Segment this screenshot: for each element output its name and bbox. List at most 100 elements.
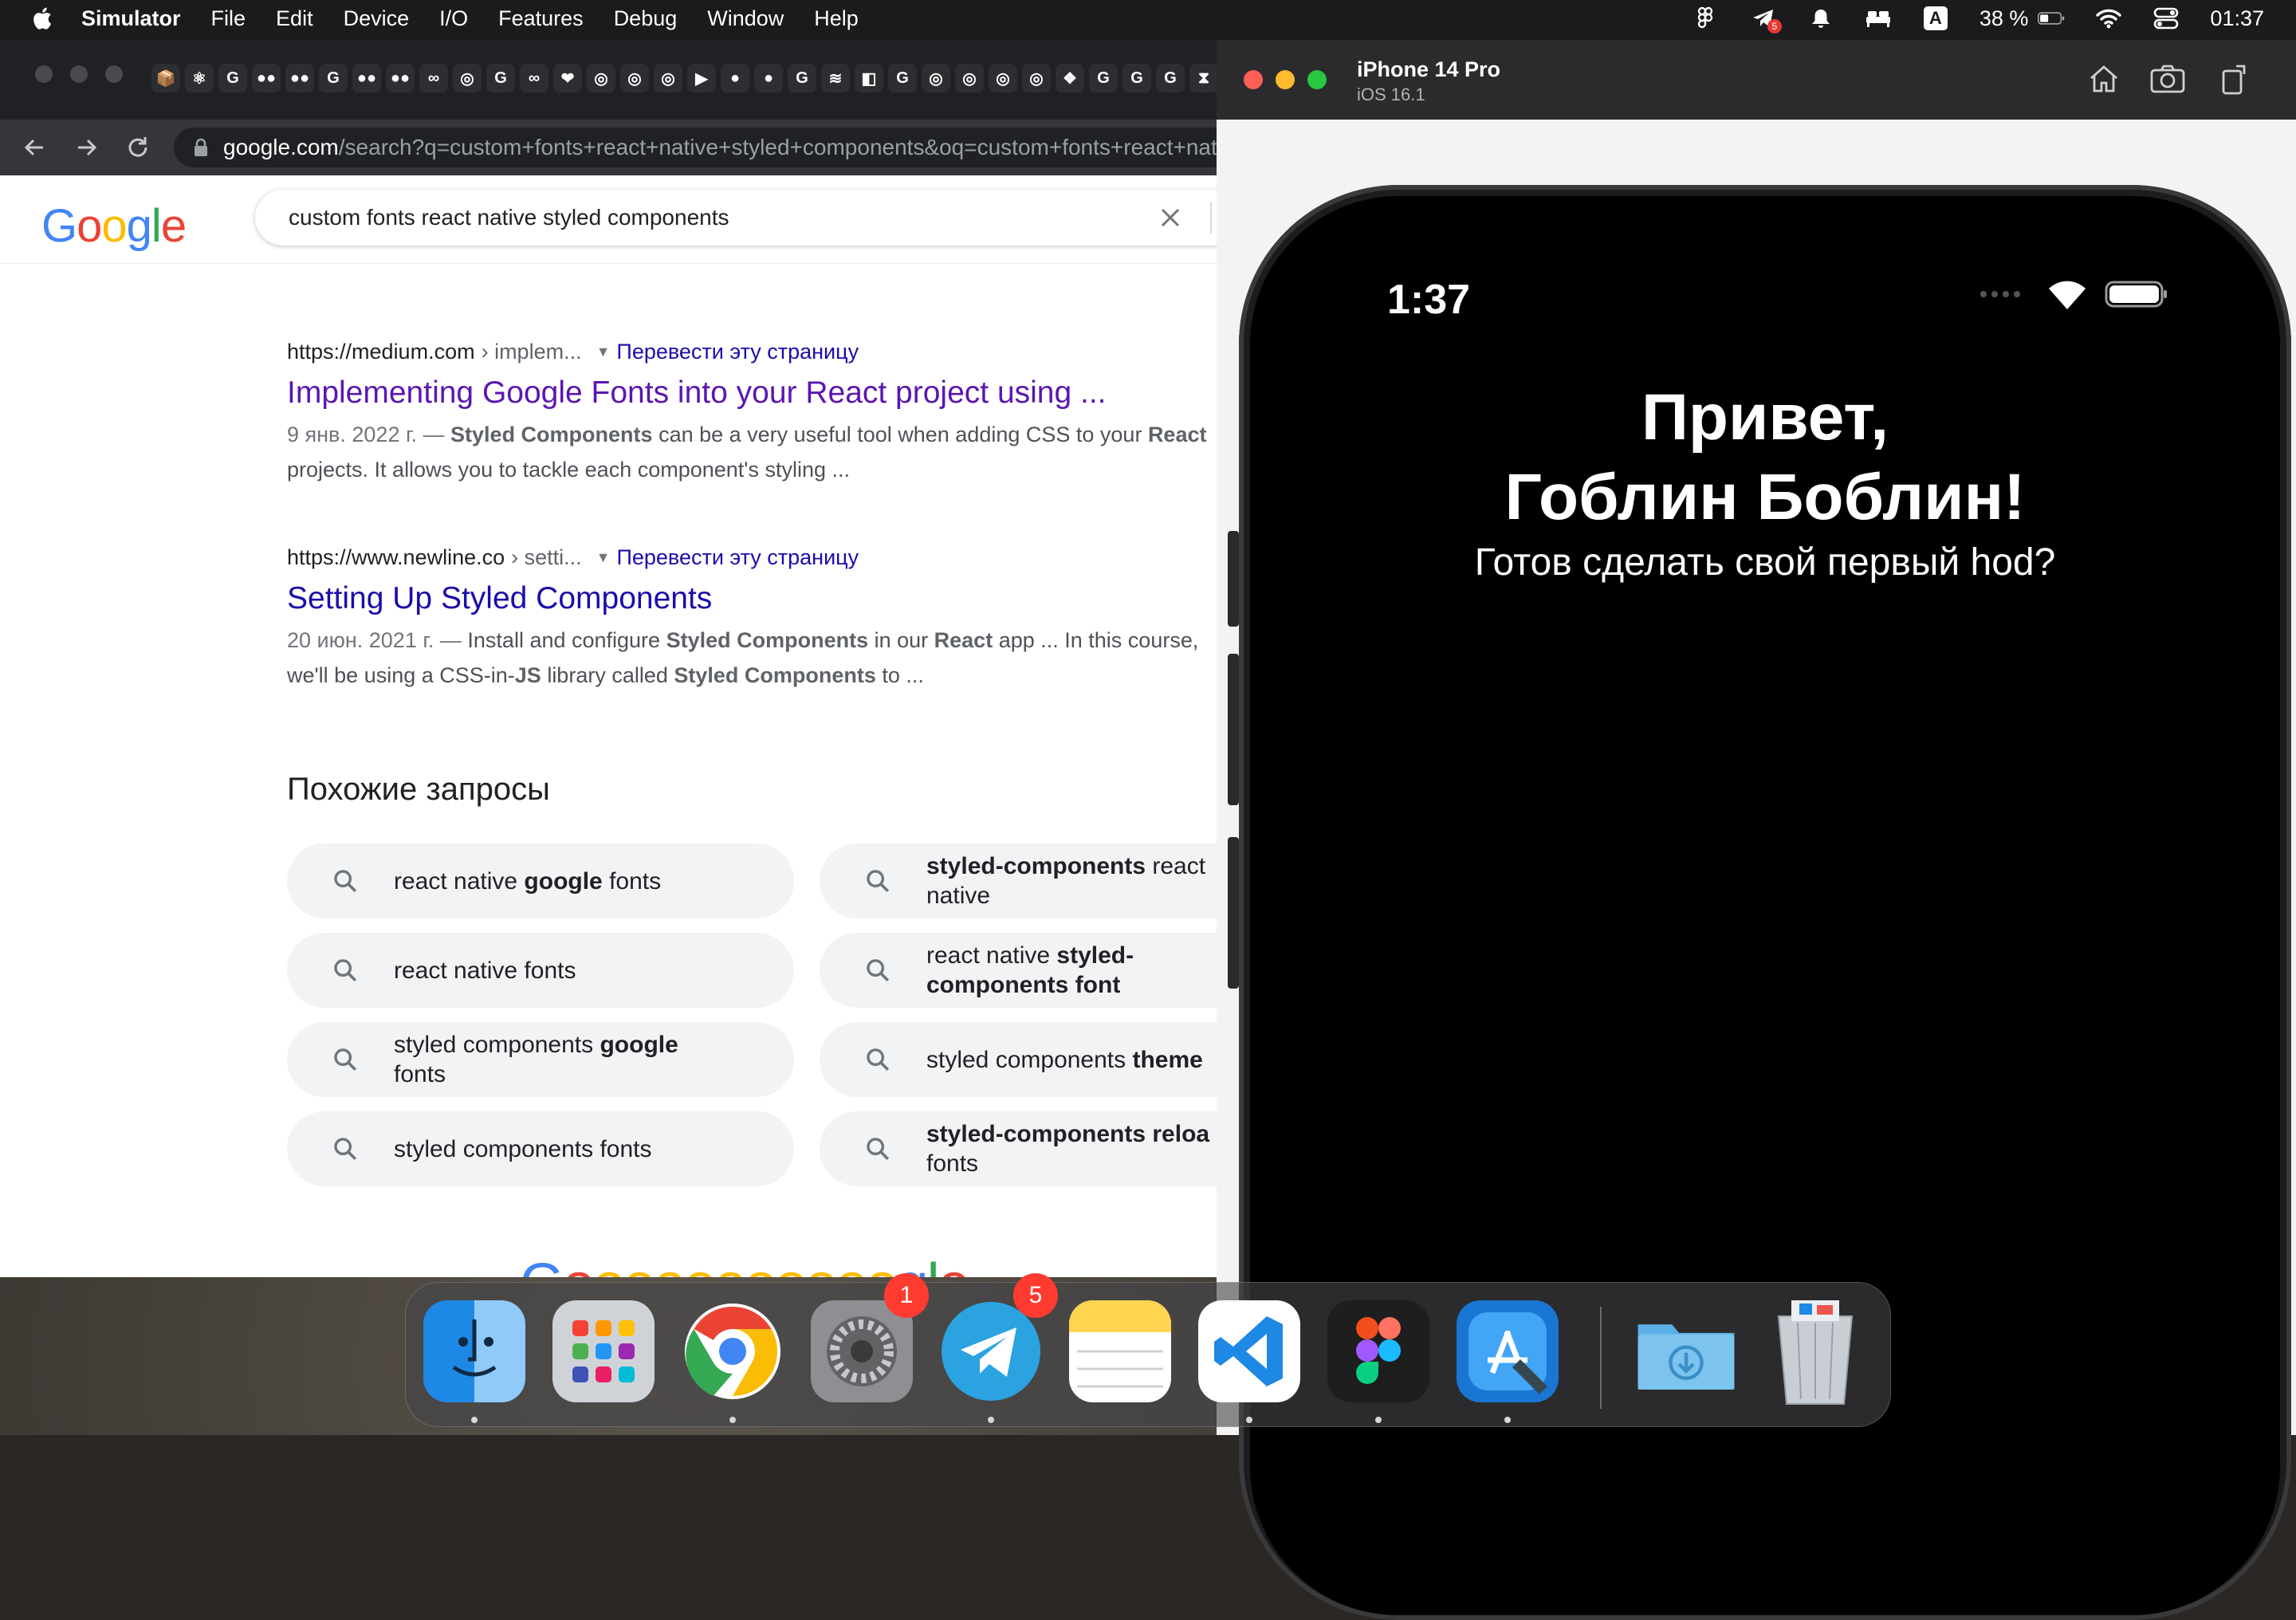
tab-favicon[interactable]: ●● <box>386 64 415 92</box>
dock-trash[interactable] <box>1764 1300 1866 1405</box>
pager-letter[interactable]: o <box>563 1252 595 1277</box>
dock-vscode[interactable] <box>1198 1300 1300 1402</box>
tab-favicon[interactable]: ● <box>721 64 749 92</box>
tab-favicon[interactable]: ◎ <box>989 64 1017 92</box>
related-chip[interactable]: styled components google fonts <box>287 1022 794 1097</box>
tab-favicon[interactable]: ●● <box>352 64 381 92</box>
telegram-tray-icon[interactable]: 5 <box>1750 6 1782 33</box>
tab-favicon[interactable]: 📦 <box>151 64 180 92</box>
google-logo[interactable]: Google <box>41 199 187 253</box>
tab-favicon[interactable]: ≋ <box>821 64 850 92</box>
search-input[interactable]: custom fonts react native styled compone… <box>289 205 1154 230</box>
pager-letter[interactable]: o <box>775 1252 807 1277</box>
pager-letter[interactable]: o <box>623 1252 655 1277</box>
window-minimize-button[interactable] <box>70 65 88 83</box>
window-close-button[interactable] <box>35 65 53 83</box>
input-source-icon[interactable]: A <box>1922 6 1949 30</box>
pager-letter[interactable]: o <box>684 1252 716 1277</box>
dock-notes[interactable] <box>1069 1300 1171 1402</box>
related-chip[interactable]: react native google fonts <box>287 843 794 918</box>
wifi-icon[interactable] <box>2095 6 2122 30</box>
back-icon[interactable] <box>18 131 51 164</box>
tab-favicon[interactable]: G <box>486 64 515 92</box>
control-center-icon[interactable] <box>2152 6 2180 30</box>
battery-icon[interactable] <box>2038 6 2065 30</box>
tab-favicon[interactable]: G <box>1089 64 1118 92</box>
tab-favicon[interactable]: ❖ <box>1056 64 1084 92</box>
chevron-down-icon[interactable]: ▼ <box>596 344 611 360</box>
dock-finder[interactable] <box>423 1300 525 1402</box>
menu-debug[interactable]: Debug <box>614 6 678 31</box>
phone-volume-down-button[interactable] <box>1228 654 1239 805</box>
chevron-down-icon[interactable]: ▼ <box>596 549 611 566</box>
translate-link[interactable]: Перевести эту страницу <box>616 340 859 364</box>
sim-close-button[interactable] <box>1244 70 1263 89</box>
pager-letter[interactable]: o <box>835 1252 867 1277</box>
tab-favicon[interactable]: ∞ <box>520 64 548 92</box>
tab-favicon[interactable]: G <box>1122 64 1151 92</box>
tab-favicon[interactable]: ❤ <box>553 64 582 92</box>
bed-icon[interactable] <box>1865 6 1892 30</box>
menu-help[interactable]: Help <box>814 6 859 31</box>
pager-letter[interactable]: o <box>654 1252 686 1277</box>
dock-xcode[interactable] <box>1457 1300 1559 1402</box>
tab-favicon[interactable]: ◎ <box>453 64 482 92</box>
figma-tray-icon[interactable] <box>1693 6 1720 30</box>
tab-favicon[interactable]: ●● <box>285 64 314 92</box>
pagination-logo: Gooooooooooogle › <box>520 1252 1011 1277</box>
notification-bell-icon[interactable] <box>1807 6 1834 30</box>
pager-letter[interactable]: o <box>805 1252 837 1277</box>
home-icon[interactable] <box>2086 61 2122 97</box>
pager-letter[interactable]: o <box>593 1252 625 1277</box>
tab-favicon[interactable]: ● <box>754 64 783 92</box>
tab-favicon[interactable]: G <box>1156 64 1185 92</box>
menu-file[interactable]: File <box>211 6 246 31</box>
reload-icon[interactable] <box>121 131 155 164</box>
apple-menu-icon[interactable] <box>30 6 53 31</box>
tab-favicon[interactable]: G <box>218 64 247 92</box>
menu-clock[interactable]: 01:37 <box>2210 6 2264 31</box>
pager-letter[interactable]: o <box>714 1252 746 1277</box>
translate-link[interactable]: Перевести эту страницу <box>616 545 859 570</box>
tab-favicon[interactable]: ◎ <box>587 64 615 92</box>
menu-features[interactable]: Features <box>498 6 584 31</box>
tab-favicon[interactable]: ◎ <box>922 64 950 92</box>
menu-io[interactable]: I/O <box>439 6 468 31</box>
menu-device[interactable]: Device <box>344 6 410 31</box>
sim-zoom-button[interactable] <box>1307 70 1327 89</box>
sim-minimize-button[interactable] <box>1276 70 1295 89</box>
pager-letter[interactable]: o <box>745 1252 776 1277</box>
tab-favicon[interactable]: ▶ <box>687 64 716 92</box>
window-zoom-button[interactable] <box>105 65 123 83</box>
screenshot-camera-icon[interactable] <box>2149 61 2186 97</box>
rotate-icon[interactable] <box>2216 61 2253 97</box>
tab-favicon[interactable]: ◎ <box>955 64 984 92</box>
clear-icon[interactable] <box>1154 202 1186 234</box>
menu-app-name[interactable]: Simulator <box>81 6 181 31</box>
menu-window[interactable]: Window <box>707 6 784 31</box>
dock-chrome[interactable] <box>682 1300 784 1402</box>
dock-figma[interactable] <box>1327 1300 1429 1402</box>
pager-letter[interactable]: o <box>866 1252 898 1277</box>
forward-icon[interactable] <box>70 131 104 164</box>
tab-favicon[interactable]: ●● <box>252 64 281 92</box>
tab-favicon[interactable]: ◎ <box>654 64 682 92</box>
vscode-icon <box>1214 1316 1283 1386</box>
dock-launchpad[interactable] <box>552 1300 655 1402</box>
tab-favicon[interactable]: ⧗ <box>1189 64 1218 92</box>
tab-favicon[interactable]: ◎ <box>1022 64 1051 92</box>
menu-edit[interactable]: Edit <box>276 6 313 31</box>
related-chip[interactable]: styled components fonts <box>287 1111 794 1186</box>
tab-favicon[interactable]: G <box>888 64 917 92</box>
tab-favicon[interactable]: G <box>319 64 348 92</box>
next-page-link[interactable]: › <box>999 1263 1011 1277</box>
phone-volume-up-button[interactable] <box>1228 531 1239 627</box>
tab-favicon[interactable]: ⚛ <box>185 64 214 92</box>
tab-favicon[interactable]: ∞ <box>419 64 448 92</box>
tab-favicon[interactable]: ◧ <box>855 64 883 92</box>
dock-downloads[interactable] <box>1635 1300 1737 1402</box>
phone-silent-switch[interactable] <box>1228 837 1239 989</box>
tab-favicon[interactable]: ◎ <box>620 64 649 92</box>
related-chip[interactable]: react native fonts <box>287 933 794 1008</box>
tab-favicon[interactable]: G <box>788 64 816 92</box>
